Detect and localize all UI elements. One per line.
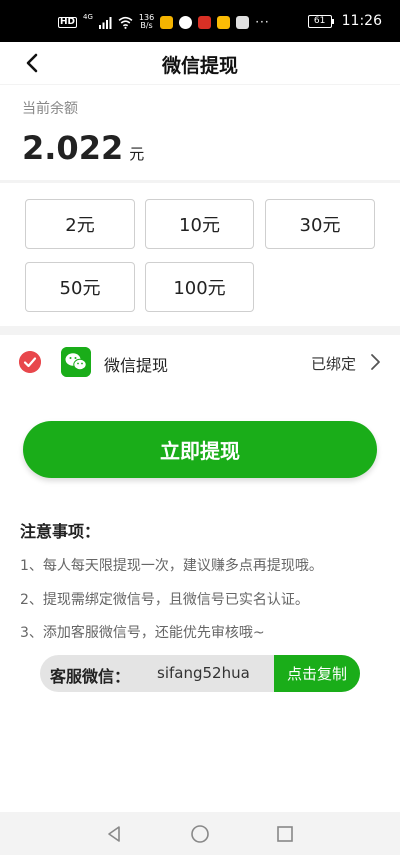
status-left: HD 4G 136 B/s ··· <box>58 14 270 30</box>
network-speed: 136 B/s <box>139 14 154 30</box>
amount-options: 2元 10元 30元 50元 100元 <box>0 183 400 326</box>
network-type: 4G <box>83 13 93 21</box>
status-bar: HD 4G 136 B/s ··· 61 11:26 <box>0 0 400 42</box>
withdraw-button[interactable]: 立即提现 <box>23 421 377 478</box>
balance-amount: 2.022 <box>22 129 124 167</box>
copy-button[interactable]: 点击复制 <box>274 655 360 692</box>
balance-value: 2.022 元 <box>22 129 144 167</box>
chevron-right-icon <box>371 354 380 370</box>
app-notification-icon <box>217 15 231 29</box>
status-time: 11:26 <box>341 13 382 29</box>
balance-section: 当前余额 2.022 元 <box>0 85 400 180</box>
back-triangle-icon[interactable] <box>104 824 124 844</box>
amount-option-50[interactable]: 50元 <box>25 262 135 312</box>
customer-service-bar: 客服微信： sifang52hua 点击复制 <box>40 655 360 692</box>
content-section: 立即提现 注意事项： 1、每人每天限提现一次，建议赚多点再提现哦。 2、提现需绑… <box>0 390 400 812</box>
wechat-method-label: 微信提现 <box>104 356 169 375</box>
page-title: 微信提现 <box>161 55 238 77</box>
app-notification-icon <box>160 15 174 29</box>
service-wechat-id: sifang52hua <box>157 664 250 682</box>
app-notification-icon <box>236 15 250 29</box>
wifi-icon <box>118 16 133 29</box>
app-notification-icon <box>198 15 212 29</box>
amount-option-30[interactable]: 30元 <box>265 199 375 249</box>
notes-title: 注意事项： <box>20 522 101 541</box>
signal-icon <box>98 16 112 29</box>
hd-indicator: HD <box>58 16 78 28</box>
battery-icon: 61 <box>307 14 334 28</box>
system-nav-bar <box>0 812 400 855</box>
amount-option-100[interactable]: 100元 <box>145 262 254 312</box>
service-label: 客服微信： <box>50 667 131 686</box>
app-notification-icon <box>179 15 193 29</box>
amount-option-2[interactable]: 2元 <box>25 199 135 249</box>
recents-square-icon[interactable] <box>275 824 295 844</box>
balance-label: 当前余额 <box>22 101 78 117</box>
note-item: 1、每人每天限提现一次，建议赚多点再提现哦。 <box>20 558 323 574</box>
more-notifications-icon: ··· <box>255 15 270 29</box>
bound-status: 已绑定 <box>310 355 356 373</box>
note-item: 3、添加客服微信号，还能优先审核哦~ <box>20 625 265 641</box>
amount-option-10[interactable]: 10元 <box>145 199 254 249</box>
status-right: 61 11:26 <box>307 12 382 30</box>
battery-level: 61 <box>307 14 332 28</box>
wechat-icon <box>61 347 91 377</box>
note-item: 2、提现需绑定微信号，且微信号已实名认证。 <box>20 592 309 608</box>
speed-unit: B/s <box>140 21 153 30</box>
checkmark-icon <box>19 351 41 373</box>
home-circle-icon[interactable] <box>190 824 210 844</box>
nav-bar: 微信提现 <box>0 42 400 84</box>
balance-unit: 元 <box>129 145 145 163</box>
wechat-method-row[interactable]: 微信提现 已绑定 <box>0 335 400 390</box>
